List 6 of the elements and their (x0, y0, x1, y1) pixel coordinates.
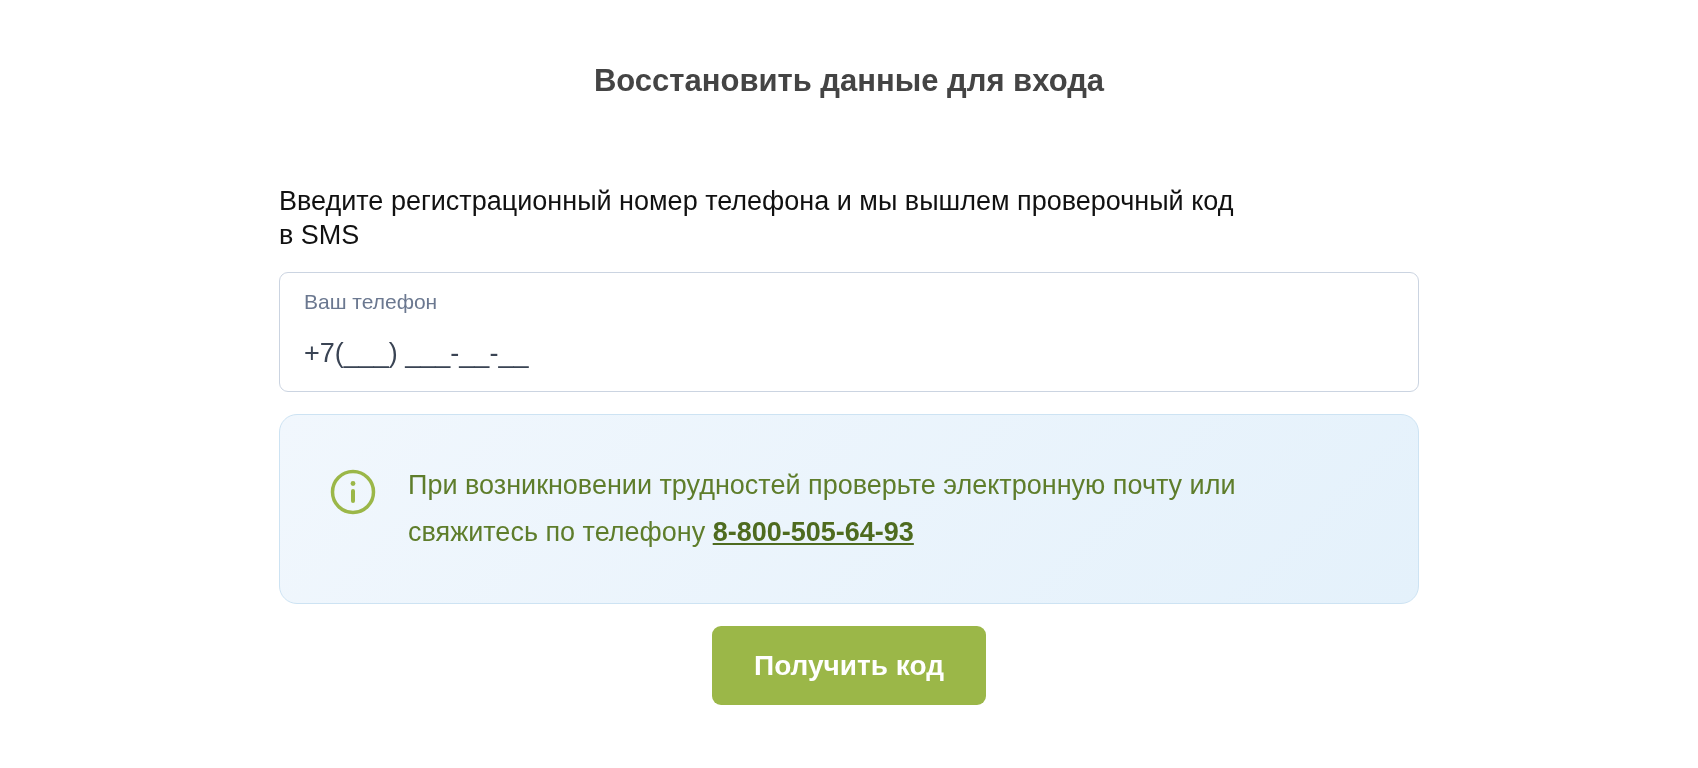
phone-link[interactable]: 8-800-505-64-93 (712, 517, 914, 547)
page-title: Восстановить данные для входа (592, 63, 1106, 99)
info-icon (330, 469, 376, 515)
field-label: Ваш телефон (304, 289, 438, 315)
notice-text: При возникновении трудностей проверьте электронную почту или свяжитесь по телефону 8-800-505-64-93 (408, 469, 1237, 549)
instruction-text: Введите регистрационный номер телефона и мы вышлем проверочный код в SMS (279, 185, 1235, 252)
